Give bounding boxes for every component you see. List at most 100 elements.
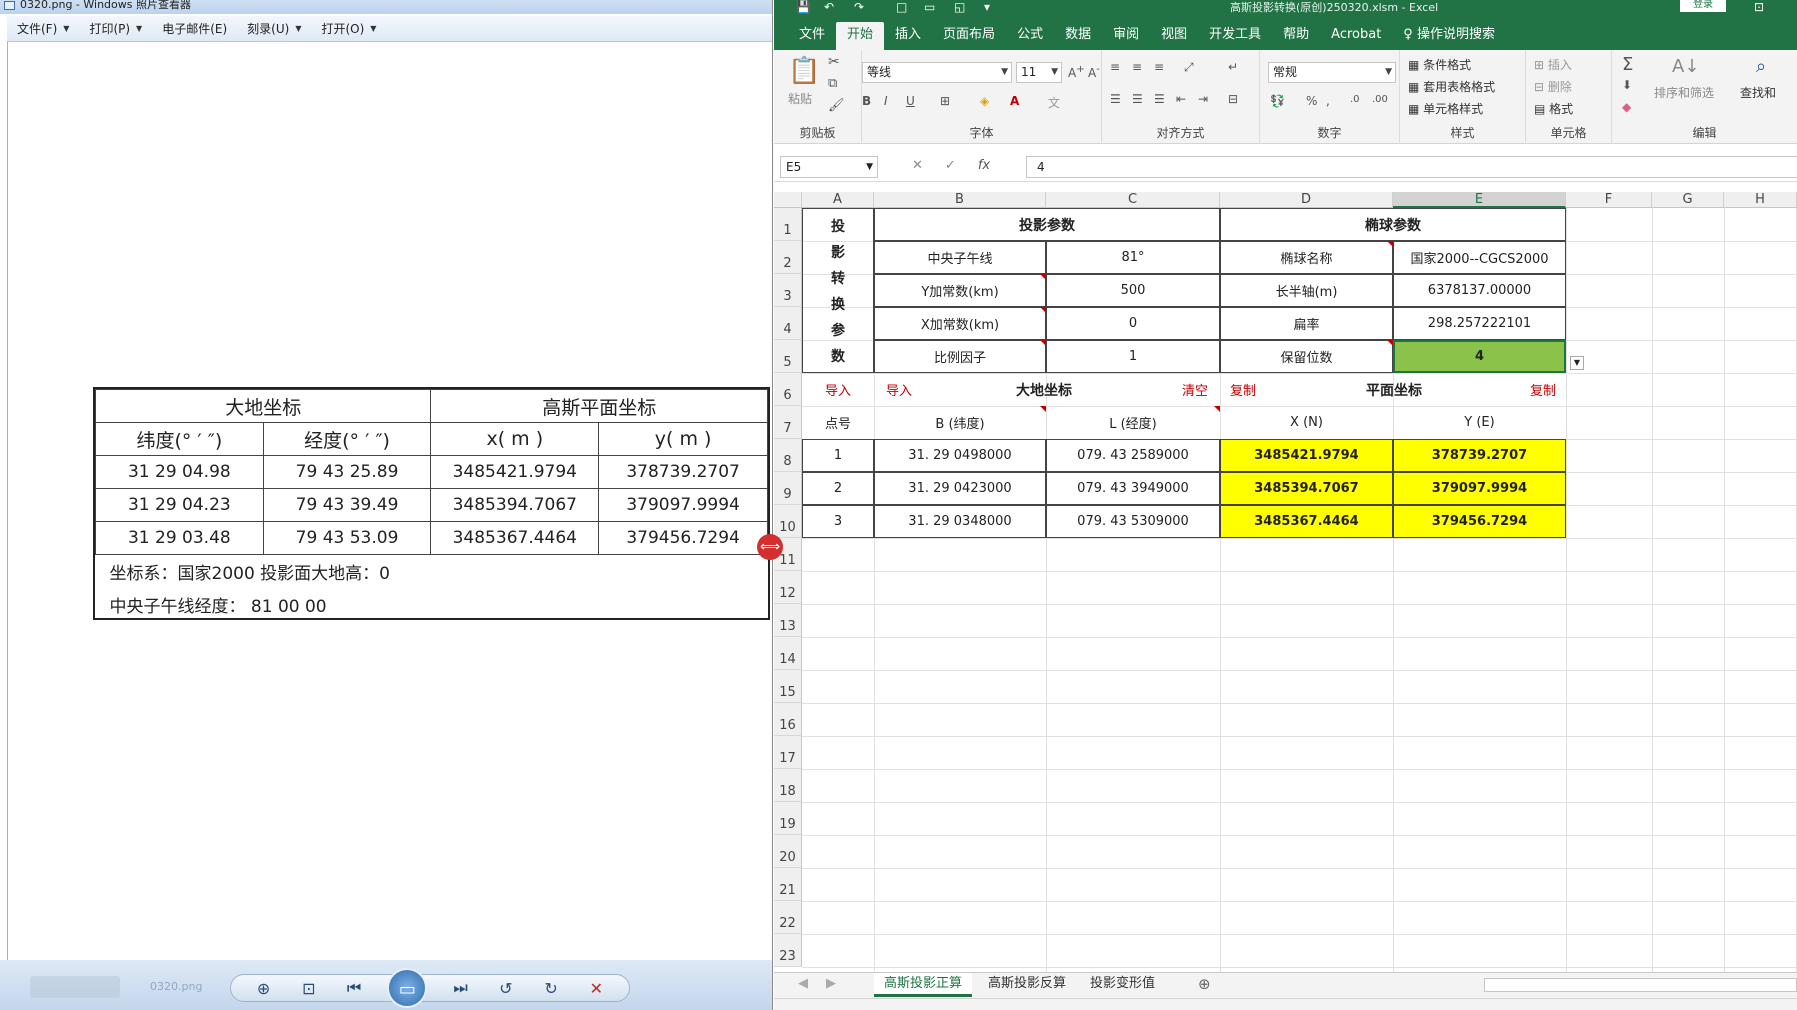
cell-e7[interactable]: Y (E) [1393,406,1566,439]
customize-icon[interactable]: ▾ [984,0,990,14]
cell-d2[interactable]: 椭球名称 [1220,241,1393,274]
paste-icon[interactable]: 📋 [788,56,820,86]
copy-button-1[interactable]: 复制 [1220,373,1300,406]
find-select-button[interactable]: 查找和 [1740,84,1776,101]
column-header-g[interactable]: G [1652,192,1724,208]
clear-icon[interactable]: ◆ [1622,100,1631,114]
cell-d5[interactable]: 保留位数 [1220,340,1393,373]
cell-b9[interactable]: 31. 29 0423000 [874,472,1046,505]
sheet-tab-deformation[interactable]: 投影变形值 [1090,973,1155,997]
column-header-c[interactable]: C [1046,192,1220,208]
row-header[interactable]: 3 [774,274,802,307]
row-header[interactable]: 14 [774,637,802,670]
sheet-tab-inverse[interactable]: 高斯投影反算 [988,973,1066,997]
cell-b7[interactable]: B (纬度) [874,406,1046,439]
cell-e4[interactable]: 298.257222101 [1393,307,1566,340]
fill-color-icon[interactable]: ◈ [980,94,989,108]
grow-font-icon[interactable]: A+ [1068,64,1085,80]
row-header[interactable]: 23 [774,934,802,967]
row-header[interactable]: 17 [774,736,802,769]
zoom-icon[interactable]: ⊕ [252,979,276,998]
cell-d10[interactable]: 3485367.4464 [1220,505,1393,538]
column-header-e[interactable]: E [1393,192,1566,208]
column-header-f[interactable]: F [1566,192,1652,208]
row-header[interactable]: 8 [774,439,802,472]
cell-e5-active[interactable]: 4 [1393,340,1566,373]
cell-a7[interactable]: 点号 [802,406,874,439]
menu-burn[interactable]: 刻录(U) ▼ [247,20,301,37]
cut-icon[interactable]: ✂ [828,54,840,70]
cell-e9[interactable]: 379097.9994 [1393,472,1566,505]
tab-acrobat[interactable]: Acrobat [1320,22,1392,50]
align-right-icon[interactable]: ☰ [1154,92,1165,106]
row-header[interactable]: 2 [774,241,802,274]
tab-help[interactable]: 帮助 [1272,22,1320,50]
cell-c10[interactable]: 079. 43 5309000 [1046,505,1220,538]
undo-icon[interactable]: ↶ [824,0,834,14]
rotate-left-icon[interactable]: ↺ [494,979,518,998]
cell-c9[interactable]: 079. 43 3949000 [1046,472,1220,505]
decrease-indent-icon[interactable]: ⇤ [1176,92,1186,106]
scroll-right-icon[interactable]: ▶ [826,973,836,997]
row-header[interactable]: 4 [774,307,802,340]
menu-print[interactable]: 打印(P) ▼ [89,20,142,37]
fill-icon[interactable]: ⬇ [1622,78,1632,92]
row-header[interactable]: 16 [774,703,802,736]
tab-developer[interactable]: 开发工具 [1198,22,1272,50]
cell-e3[interactable]: 6378137.00000 [1393,274,1566,307]
font-size-select[interactable]: 11 ▼ [1016,62,1062,83]
menu-file[interactable]: 文件(F) ▼ [17,20,69,37]
cell-c2[interactable]: 81° [1046,241,1220,274]
row-header[interactable]: 13 [774,604,802,637]
format-table-button[interactable]: ▦ 套用表格格式 [1408,78,1495,95]
cell-c5[interactable]: 1 [1046,340,1220,373]
copy-button-2[interactable]: 复制 [1486,373,1566,406]
tab-home[interactable]: 开始 [836,22,885,50]
bold-icon[interactable]: B [862,94,871,108]
cell-d3[interactable]: 长半轴(m) [1220,274,1393,307]
open-folder-icon[interactable]: ▭ [924,0,935,14]
cell-d4[interactable]: 扁率 [1220,307,1393,340]
row-header[interactable]: 6 [774,373,802,406]
cell-a10[interactable]: 3 [802,505,874,538]
rotate-right-icon[interactable]: ↻ [539,979,563,998]
row-header[interactable]: 18 [774,769,802,802]
accounting-icon[interactable]: 💱 [1270,94,1285,108]
cell-c7[interactable]: L (经度) [1046,406,1220,439]
tell-me-search[interactable]: ♀ 操作说明搜索 [1392,22,1506,50]
increase-decimal-icon[interactable]: .0 [1350,94,1360,105]
align-center-icon[interactable]: ☰ [1132,92,1143,106]
row-header[interactable]: 20 [774,835,802,868]
conditional-format-button[interactable]: ▦ 条件格式 [1408,56,1471,73]
cell-d1-ellip-header[interactable]: 椭球参数 [1220,208,1566,241]
save-icon[interactable]: 💾 [796,0,811,14]
cell-b1-proj-header[interactable]: 投影参数 [874,208,1220,241]
italic-icon[interactable]: I [884,94,888,108]
print-preview-icon[interactable]: ◱ [954,0,965,14]
scroll-left-icon[interactable]: ◀ [798,973,808,997]
align-middle-icon[interactable]: ≡ [1132,60,1142,74]
cell-e8[interactable]: 378739.2707 [1393,439,1566,472]
cell-b3[interactable]: Y加常数(km) [874,274,1046,307]
autosum-icon[interactable]: Σ [1622,54,1633,75]
percent-icon[interactable]: % [1306,94,1317,108]
align-left-icon[interactable]: ☰ [1110,92,1121,106]
cell-e10[interactable]: 379456.7294 [1393,505,1566,538]
cell-b4[interactable]: X加常数(km) [874,307,1046,340]
orientation-icon[interactable]: ⤢ [1184,60,1194,75]
tab-data[interactable]: 数据 [1054,22,1102,50]
resize-handle-icon[interactable]: ⟺ [757,534,783,560]
cell-d8[interactable]: 3485421.9794 [1220,439,1393,472]
next-icon[interactable]: ⏭ [449,978,473,998]
import-button-a6[interactable]: 导入 [802,373,874,406]
tab-review[interactable]: 审阅 [1102,22,1150,50]
tab-file[interactable]: 文件 [788,22,836,50]
login-button[interactable]: 登录 [1680,0,1726,12]
redo-icon[interactable]: ↷ [854,0,864,14]
previous-icon[interactable]: ⏮ [342,978,366,998]
cell-b5[interactable]: 比例因子 [874,340,1046,373]
row-header[interactable]: 22 [774,901,802,934]
column-header-a[interactable]: A [802,192,874,208]
underline-icon[interactable]: U [906,94,915,108]
cell-a9[interactable]: 2 [802,472,874,505]
